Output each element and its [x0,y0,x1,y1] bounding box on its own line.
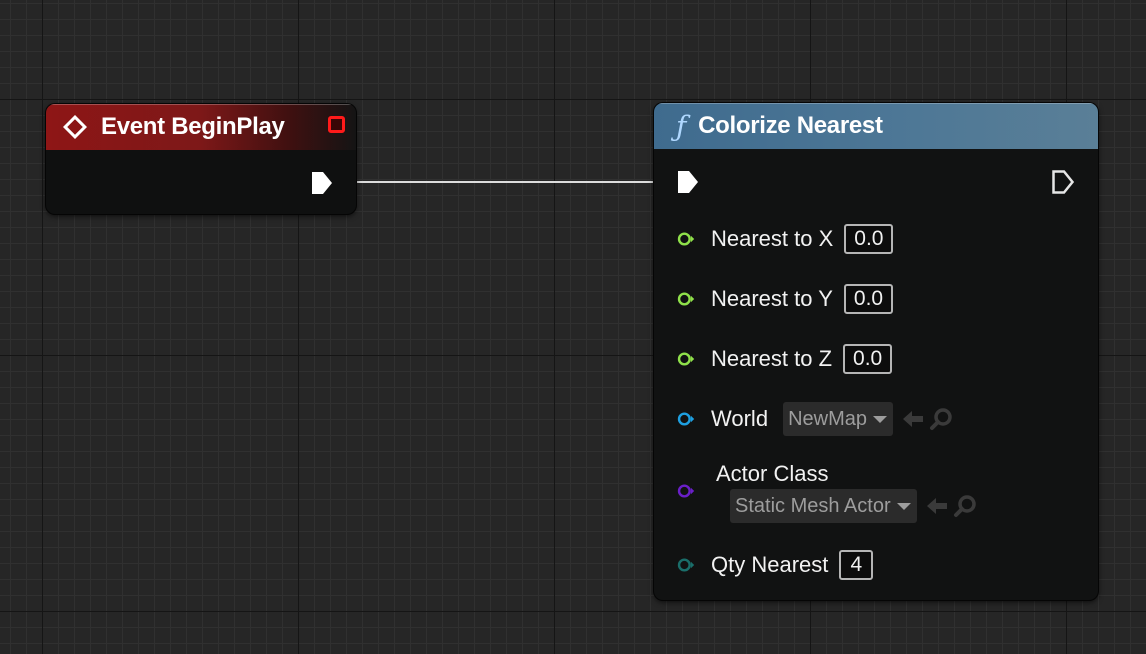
object-pin-icon[interactable] [677,410,695,428]
event-node-title: Event BeginPlay [101,113,285,140]
nearest-y-label: Nearest to Y [711,286,833,311]
function-node-title: Colorize Nearest [698,112,883,139]
event-node-header[interactable]: Event BeginPlay [46,104,356,150]
class-pin-icon[interactable] [677,482,695,500]
arrow-left-icon[interactable] [925,496,949,516]
event-diamond-icon [63,115,87,139]
actor-class-label: Actor Class [716,461,829,486]
arrow-left-icon[interactable] [901,409,925,429]
class-pin-wrapper [654,482,695,500]
magnifier-icon[interactable] [929,407,953,431]
function-f-icon: ƒ [676,109,687,143]
input-row-nearest-x: Nearest to X 0.0 [654,224,894,254]
actor-class-controls: Static Mesh Actor [730,489,977,523]
qty-nearest-input[interactable]: 4 [839,550,874,580]
colorize-nearest-node[interactable]: ƒ Colorize Nearest Nearest to X 0.0 Near… [654,103,1098,600]
world-label: World [711,406,769,431]
input-row-qty-nearest: Qty Nearest 4 [654,550,874,580]
chevron-down-icon [872,415,887,423]
actor-class-dropdown[interactable]: Static Mesh Actor [730,489,917,523]
input-row-world: World NewMap [654,402,953,436]
float-pin-icon[interactable] [677,350,695,368]
function-node-header[interactable]: ƒ Colorize Nearest [654,103,1098,149]
exec-input-pin[interactable] [676,169,700,200]
exec-output-pin[interactable] [310,170,334,201]
delegate-pin[interactable] [328,116,345,133]
magnifier-icon[interactable] [953,494,977,518]
int-pin-icon[interactable] [677,556,695,574]
nearest-z-label: Nearest to Z [711,346,833,371]
event-beginplay-node[interactable]: Event BeginPlay [46,104,356,214]
world-dropdown[interactable]: NewMap [783,402,893,436]
nearest-x-label: Nearest to X [711,226,834,251]
qty-nearest-label: Qty Nearest [711,552,829,577]
nearest-x-input[interactable]: 0.0 [844,224,894,254]
world-dropdown-value: NewMap [788,407,867,430]
input-row-nearest-z: Nearest to Z 0.0 [654,344,893,374]
nearest-y-input[interactable]: 0.0 [843,284,894,314]
input-row-nearest-y: Nearest to Y 0.0 [654,284,894,314]
chevron-down-icon [896,502,911,510]
actor-class-dropdown-value: Static Mesh Actor [735,494,891,517]
float-pin-icon[interactable] [677,290,695,308]
nearest-z-input[interactable]: 0.0 [843,344,893,374]
actor-class-label-wrapper: Actor Class [716,461,828,487]
exec-output-pin[interactable] [1051,169,1075,200]
float-pin-icon[interactable] [677,230,695,248]
